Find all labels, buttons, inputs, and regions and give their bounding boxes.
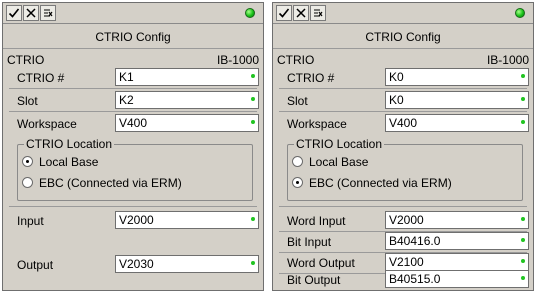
cancel-icon[interactable]: [23, 5, 39, 21]
ctrio-number-row: CTRIO # K0: [279, 67, 529, 89]
field-indicator-icon: [251, 120, 255, 124]
radio-ebc[interactable]: EBC (Connected via ERM): [292, 175, 452, 191]
module-name: CTRIO: [277, 53, 315, 67]
ctrio-number-label: CTRIO #: [17, 71, 65, 85]
ctrio-location-group: CTRIO Location Local Base EBC (Connected…: [287, 137, 523, 201]
slot-row: Slot K0: [279, 90, 529, 112]
radio-ebc-label: EBC (Connected via ERM): [39, 176, 182, 190]
word-output-label: Word Output: [287, 256, 355, 270]
field-indicator-icon: [251, 97, 255, 101]
field-indicator-icon: [521, 97, 525, 101]
module-name: CTRIO: [7, 53, 45, 67]
output-value: V2030: [119, 257, 154, 271]
bit-output-value: B40515.0: [389, 272, 441, 286]
workspace-label: Workspace: [17, 117, 77, 131]
dialog-title: CTRIO Config: [365, 30, 441, 44]
ctrio-config-panel-local: CTRIO Config CTRIO IB-1000 CTRIO # K1 Sl…: [2, 2, 264, 291]
bit-output-field[interactable]: B40515.0: [385, 270, 529, 288]
slot-field[interactable]: K2: [115, 91, 259, 109]
status-led-icon: [245, 8, 255, 18]
workspace-label: Workspace: [287, 117, 347, 131]
slot-label: Slot: [17, 94, 38, 108]
slot-row: Slot K2: [9, 90, 259, 112]
radio-local-base-label: Local Base: [39, 155, 99, 169]
output-field[interactable]: V2030: [115, 255, 259, 273]
ctrio-number-label: CTRIO #: [287, 71, 335, 85]
bit-input-value: B40416.0: [389, 234, 441, 248]
module-model: IB-1000: [216, 53, 259, 67]
input-label: Input: [17, 214, 44, 228]
help-icon[interactable]: [310, 5, 326, 21]
check-icon[interactable]: [276, 5, 292, 21]
dialog-title: CTRIO Config: [95, 30, 171, 44]
bit-output-label: Bit Output: [287, 273, 341, 287]
bit-input-row: Bit Input B40416.0: [279, 231, 529, 253]
workspace-value: V400: [389, 116, 418, 130]
word-input-label: Word Input: [287, 214, 346, 228]
field-indicator-icon: [251, 217, 255, 221]
toolbar: [3, 3, 263, 24]
ctrio-location-group: CTRIO Location Local Base EBC (Connected…: [17, 137, 253, 201]
field-indicator-icon: [521, 276, 525, 280]
word-input-value: V2000: [389, 213, 424, 227]
field-indicator-icon: [521, 74, 525, 78]
input-value: V2000: [119, 213, 154, 227]
field-indicator-icon: [521, 259, 525, 263]
ctrio-location-legend: CTRIO Location: [294, 137, 385, 151]
ctrio-number-row: CTRIO # K1: [9, 67, 259, 89]
radio-local-base[interactable]: Local Base: [22, 154, 98, 170]
radio-local-base[interactable]: Local Base: [292, 154, 368, 170]
check-icon[interactable]: [6, 5, 22, 21]
bit-input-field[interactable]: B40416.0: [385, 232, 529, 250]
bit-input-label: Bit Input: [287, 235, 332, 249]
slot-value: K0: [389, 93, 404, 107]
radio-selected-icon: [292, 177, 303, 189]
workspace-field[interactable]: V400: [385, 114, 529, 132]
field-indicator-icon: [521, 120, 525, 124]
radio-selected-icon: [22, 156, 33, 168]
toolbar: [273, 3, 533, 24]
ctrio-location-legend: CTRIO Location: [24, 137, 115, 151]
output-label: Output: [17, 258, 54, 272]
input-row: Input V2000: [9, 210, 259, 232]
status-led-icon: [515, 8, 525, 18]
radio-unselected-icon: [292, 156, 303, 168]
radio-ebc-label: EBC (Connected via ERM): [309, 176, 452, 190]
help-icon[interactable]: [40, 5, 56, 21]
radio-ebc[interactable]: EBC (Connected via ERM): [22, 175, 182, 191]
field-indicator-icon: [251, 261, 255, 265]
ctrio-number-field[interactable]: K0: [385, 68, 529, 86]
workspace-field[interactable]: V400: [115, 114, 259, 132]
ctrio-number-field[interactable]: K1: [115, 68, 259, 86]
word-input-row: Word Input V2000: [279, 210, 529, 232]
workspace-value: V400: [119, 116, 148, 130]
slot-value: K2: [119, 93, 134, 107]
radio-local-base-label: Local Base: [309, 155, 369, 169]
ctrio-config-panel-ebc: CTRIO Config CTRIO IB-1000 CTRIO # K0 Sl…: [272, 2, 534, 291]
bit-output-row: Bit Output B40515.0: [279, 269, 529, 291]
input-field[interactable]: V2000: [115, 211, 259, 229]
field-indicator-icon: [521, 238, 525, 242]
divider: [9, 206, 257, 207]
word-input-field[interactable]: V2000: [385, 211, 529, 229]
slot-field[interactable]: K0: [385, 91, 529, 109]
module-header: CTRIO IB-1000: [3, 48, 263, 67]
ctrio-number-value: K0: [389, 70, 404, 84]
module-header: CTRIO IB-1000: [273, 48, 533, 67]
field-indicator-icon: [521, 217, 525, 221]
divider: [279, 206, 527, 207]
radio-unselected-icon: [22, 177, 33, 189]
ctrio-number-value: K1: [119, 70, 134, 84]
workspace-row: Workspace V400: [9, 113, 259, 135]
cancel-icon[interactable]: [293, 5, 309, 21]
word-output-value: V2100: [389, 255, 424, 269]
output-row: Output V2030: [9, 254, 259, 276]
slot-label: Slot: [287, 94, 308, 108]
workspace-row: Workspace V400: [279, 113, 529, 135]
field-indicator-icon: [251, 74, 255, 78]
module-model: IB-1000: [486, 53, 529, 67]
